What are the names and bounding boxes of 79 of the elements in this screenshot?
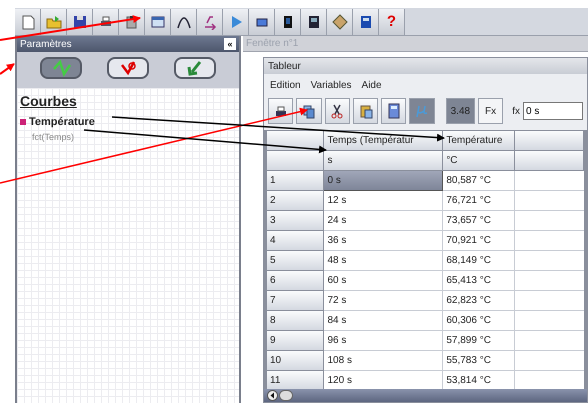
table-cell: 65,413 °C [443,271,515,291]
mu-symbol-icon [415,103,430,119]
table-cell: 72 s [324,291,444,311]
function-button[interactable]: Fx [478,98,504,124]
table-cell: 68,149 °C [443,251,515,271]
table-cell: 55,783 °C [443,351,515,371]
table-cell: 53,814 °C [443,371,515,389]
table-cell [514,171,584,191]
scroll-thumb[interactable] [279,390,293,401]
panel-title: Paramètres [20,38,72,52]
curve-name[interactable]: Température [29,114,95,130]
section-title: Courbes [20,92,78,111]
unit-header: °C [443,151,515,171]
copy-icon [300,103,317,119]
format-button[interactable]: 3.48 [446,98,475,124]
table-cell: 12 s [324,191,444,211]
row-header: 8 [267,311,324,331]
window-title-bar: Tableur [264,58,587,74]
table-cell: 57,899 °C [443,331,515,351]
table-cell [514,351,584,371]
table-cell [514,271,584,291]
table-cell [514,311,584,331]
menu-item[interactable]: Edition [270,78,301,92]
row-header: 7 [267,291,324,311]
table-window-icon [150,14,166,30]
mode-button[interactable] [174,57,216,79]
folder-icon [46,14,62,30]
row-header: 10 [267,351,324,371]
column-header: Température [443,131,515,151]
table-cell [514,231,584,251]
table-cell [514,371,584,389]
header-cell [267,151,324,171]
annotation-arrow [0,63,15,75]
table-cell: 80,587 °C [443,171,515,191]
paste-icon [358,103,374,119]
row-header: 2 [267,191,324,211]
formula-field[interactable]: 0 s [523,102,584,120]
table-cell: 76,721 °C [443,191,515,211]
row-header: 1 [267,171,324,191]
table-cell [514,191,584,211]
table-cell [514,211,584,231]
table-cell: 96 s [324,331,444,351]
mode-button[interactable] [40,57,82,79]
calculator-icon [386,103,402,119]
horizontal-scrollbar[interactable] [264,389,587,402]
table-cell: 0 s [324,171,444,191]
table-cell: 70,921 °C [443,231,515,251]
unit-header: s [324,151,444,171]
scissors-icon [329,103,346,119]
table-cell: 73,657 °C [443,211,515,231]
menu-item[interactable]: Variables [310,78,352,92]
row-header: 3 [267,211,324,231]
table-cell: 36 s [324,231,444,251]
table-cell: 60,306 °C [443,311,515,331]
table-cell [514,291,584,311]
help-button[interactable]: ? [379,9,405,35]
table-cell [514,251,584,271]
row-header: 5 [267,251,324,271]
row-header: 9 [267,331,324,351]
collapse-button[interactable]: « [224,38,236,50]
curve-function: fct(Temps) [32,130,76,144]
mode-button[interactable] [106,57,149,79]
table-cell: 24 s [324,211,444,231]
new-page-icon [20,14,36,30]
table-cell: 60 s [324,271,444,291]
row-header: 6 [267,271,324,291]
column-header: Temps (Températur [324,131,444,151]
formula-label: fx [512,104,520,118]
row-header: 11 [267,371,324,389]
table-cell: 120 s [324,371,444,389]
table-cell [514,331,584,351]
menu-item[interactable]: Aide [362,78,382,92]
table-cell: 48 s [324,251,444,271]
header-cell [514,151,584,171]
row-header: 4 [267,231,324,251]
table-cell: 108 s [324,351,444,371]
scroll-left-icon[interactable] [267,390,278,401]
table-cell: 84 s [324,311,444,331]
table-cell: 62,823 °C [443,291,515,311]
